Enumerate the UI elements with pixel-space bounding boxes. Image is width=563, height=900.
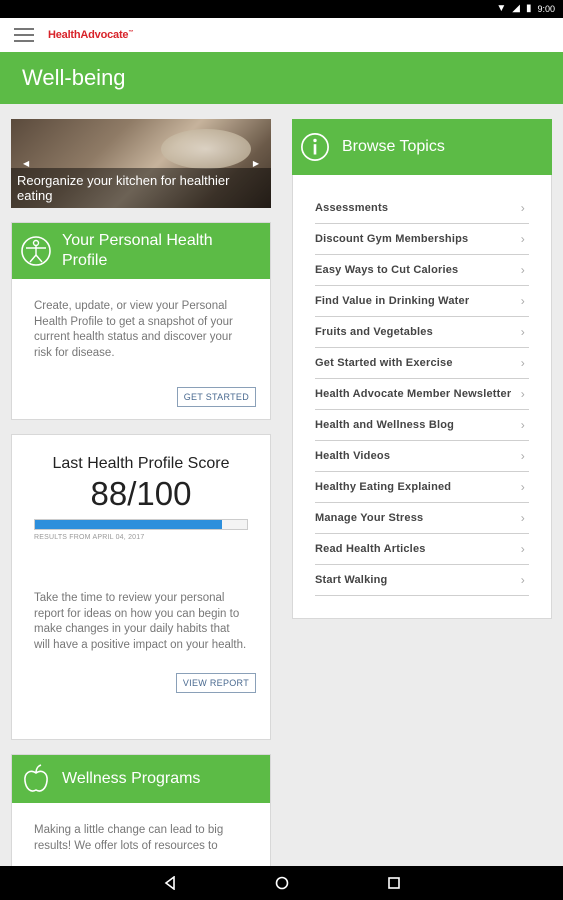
browse-topics-title: Browse Topics (342, 138, 445, 155)
topic-label: Fruits and Vegetables (315, 326, 433, 338)
wifi-icon: ▼ (496, 3, 507, 14)
score-title: Last Health Profile Score (52, 455, 230, 472)
topic-item[interactable]: Easy Ways to Cut Calories › (315, 255, 529, 286)
chevron-right-icon: › (520, 201, 525, 215)
topic-item[interactable]: Health and Wellness Blog › (315, 410, 529, 441)
get-started-button[interactable]: GET STARTED (176, 387, 256, 407)
topic-label: Health Advocate Member Newsletter (315, 388, 512, 400)
chevron-right-icon: › (520, 356, 525, 370)
logo: HealthAdvocate™ (48, 29, 134, 41)
carousel-prev-icon[interactable]: ◀ (23, 159, 29, 168)
personal-health-card: Your Personal Health Profile Create, upd… (11, 222, 271, 420)
chevron-right-icon: › (520, 542, 525, 556)
status-time: 9:00 (537, 4, 555, 14)
score-progress-bar (34, 519, 248, 530)
wellness-description: Making a little change can lead to big r… (34, 824, 224, 852)
vitruvian-icon (21, 236, 51, 266)
carousel-next-icon[interactable]: ▶ (253, 159, 259, 168)
browse-topics-list: Assessments › Discount Gym Memberships › Eas… (292, 175, 552, 619)
chevron-right-icon: › (520, 232, 525, 246)
topic-label: Health and Wellness Blog (315, 419, 455, 431)
wellness-header[interactable]: Wellness Programs (12, 755, 270, 803)
topic-label: Healthy Eating Explained (315, 481, 452, 493)
results-date: RESULTS FROM APRIL 04, 2017 (34, 534, 145, 541)
topic-item[interactable]: Assessments › (315, 193, 529, 224)
topic-item[interactable]: Fruits and Vegetables › (315, 317, 529, 348)
topic-label: Get Started with Exercise (315, 357, 453, 369)
hero-image (161, 129, 251, 169)
score-card: Last Health Profile Score 88/100 RESULTS… (11, 434, 271, 740)
topic-item[interactable]: Get Started with Exercise › (315, 348, 529, 379)
page-title-bar: Well-being (0, 52, 563, 104)
topic-item[interactable]: Find Value in Drinking Water › (315, 286, 529, 317)
topic-item[interactable]: Health Advocate Member Newsletter › (315, 379, 529, 410)
view-report-button[interactable]: VIEW REPORT (175, 673, 256, 693)
info-icon (301, 133, 329, 161)
chevron-right-icon: › (520, 263, 525, 277)
menu-icon[interactable] (14, 28, 34, 42)
wellness-title: Wellness Programs (62, 770, 201, 787)
hero-caption: Reorganize your kitchen for healthier ea… (11, 168, 271, 208)
topic-label: Read Health Articles (315, 543, 426, 555)
score-progress-fill (35, 520, 222, 529)
topic-item[interactable]: Manage Your Stress › (315, 503, 529, 534)
hero-carousel[interactable]: ◀ ▶ Reorganize your kitchen for healthie… (11, 119, 271, 208)
topic-item[interactable]: Discount Gym Memberships › (315, 224, 529, 255)
wellness-card: Wellness Programs Making a little change… (11, 754, 271, 867)
system-nav-bar (0, 866, 563, 900)
browse-topics-header: Browse Topics (292, 119, 552, 175)
app-bar: HealthAdvocate™ (0, 18, 563, 52)
topic-label: Start Walking (315, 574, 388, 586)
chevron-right-icon: › (520, 511, 525, 525)
topic-label: Discount Gym Memberships (315, 233, 469, 245)
score-value: 88/100 (90, 475, 192, 512)
status-bar: ▼ ◢ ▮ 9:00 (0, 0, 563, 18)
personal-health-title: Your Personal Health Profile (62, 232, 213, 269)
topic-item[interactable]: Read Health Articles › (315, 534, 529, 565)
chevron-right-icon: › (520, 387, 525, 401)
chevron-right-icon: › (520, 449, 525, 463)
topic-item[interactable]: Start Walking › (315, 565, 529, 596)
topic-item[interactable]: Healthy Eating Explained › (315, 472, 529, 503)
right-column: Browse Topics Assessments › Discount Gym M… (292, 119, 552, 619)
personal-health-description: Create, update, or view your Personal He… (34, 300, 233, 359)
topic-label: Easy Ways to Cut Calories (315, 264, 459, 276)
chevron-right-icon: › (520, 325, 525, 339)
chevron-right-icon: › (520, 294, 525, 308)
battery-icon: ▮ (525, 3, 532, 14)
chevron-right-icon: › (520, 480, 525, 494)
chevron-right-icon: › (520, 418, 525, 432)
chevron-right-icon: › (520, 573, 525, 587)
topic-label: Health Videos (315, 450, 391, 462)
recents-icon[interactable] (384, 873, 404, 893)
back-icon[interactable] (160, 873, 180, 893)
signal-icon: ◢ (512, 3, 520, 14)
page-title: Well-being (22, 65, 126, 90)
topic-label: Manage Your Stress (315, 512, 424, 524)
topic-label: Find Value in Drinking Water (315, 295, 470, 307)
topic-item[interactable]: Health Videos › (315, 441, 529, 472)
left-column: ◀ ▶ Reorganize your kitchen for healthie… (11, 119, 271, 867)
apple-icon (24, 764, 48, 792)
score-description: Take the time to review your personal re… (34, 592, 247, 651)
topic-label: Assessments (315, 202, 389, 214)
personal-health-header[interactable]: Your Personal Health Profile (12, 223, 270, 279)
home-icon[interactable] (272, 873, 292, 893)
